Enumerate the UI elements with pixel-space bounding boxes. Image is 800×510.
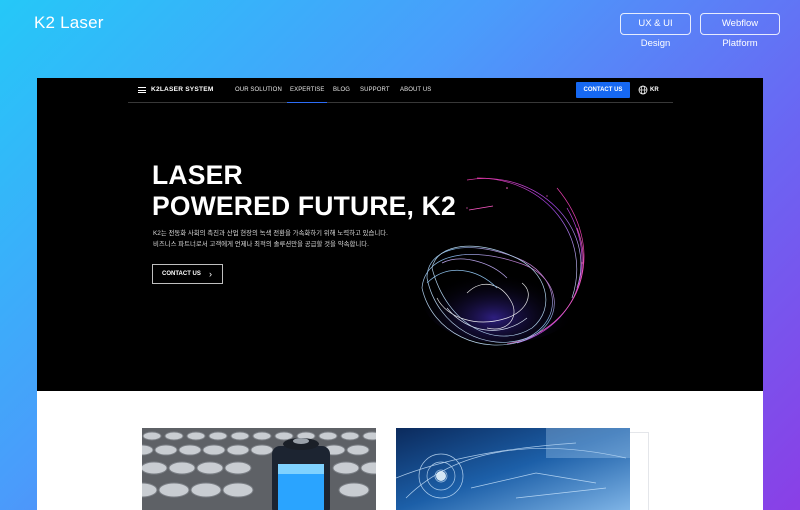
car-headlight-image bbox=[396, 428, 630, 510]
language-selector[interactable]: KR bbox=[650, 87, 659, 93]
top-navigation: K2LASER SYSTEM OUR SOLUTION EXPERTISE BL… bbox=[128, 78, 673, 103]
desc-line-1: K2는 전동화 사회의 촉진과 산업 현장의 녹색 전환을 가속화하기 위해 노… bbox=[153, 230, 388, 237]
laser-light-art bbox=[421, 177, 585, 346]
car-headlight-image-card[interactable] bbox=[396, 428, 630, 510]
nav-about-us[interactable]: ABOUT US bbox=[400, 87, 431, 93]
chevron-right-icon: › bbox=[209, 269, 212, 279]
hero-section: K2LASER SYSTEM OUR SOLUTION EXPERTISE BL… bbox=[37, 78, 763, 391]
battery-image-card[interactable] bbox=[142, 428, 376, 510]
hero-contact-button[interactable]: CONTACT US › bbox=[152, 264, 223, 284]
nav-blog[interactable]: BLOG bbox=[333, 87, 350, 93]
menu-icon[interactable] bbox=[138, 87, 146, 93]
contact-us-button[interactable]: CONTACT US bbox=[576, 82, 630, 98]
website-preview: K2LASER SYSTEM OUR SOLUTION EXPERTISE BL… bbox=[37, 78, 763, 510]
nav-expertise[interactable]: EXPERTISE bbox=[286, 87, 328, 103]
battery-image bbox=[142, 428, 376, 510]
tag-ux-ui-design[interactable]: UX & UI Design bbox=[620, 13, 691, 49]
showcase-title: K2 Laser bbox=[34, 13, 104, 32]
globe-icon[interactable] bbox=[638, 85, 648, 95]
hero-description: K2는 전동화 사회의 촉진과 산업 현장의 녹색 전환을 가속화하기 위해 노… bbox=[153, 229, 388, 250]
nav-support[interactable]: SUPPORT bbox=[360, 87, 390, 93]
desc-line-2: 비즈니스 파트너로서 고객에게 언제나 최적의 솔루션만을 공급할 것을 약속합… bbox=[153, 240, 369, 248]
brand-logo[interactable]: K2LASER SYSTEM bbox=[151, 86, 214, 93]
nav-our-solution[interactable]: OUR SOLUTION bbox=[235, 87, 282, 93]
hero-contact-label: CONTACT US bbox=[162, 271, 201, 277]
tag-webflow-platform[interactable]: Webflow Platform bbox=[700, 13, 780, 49]
